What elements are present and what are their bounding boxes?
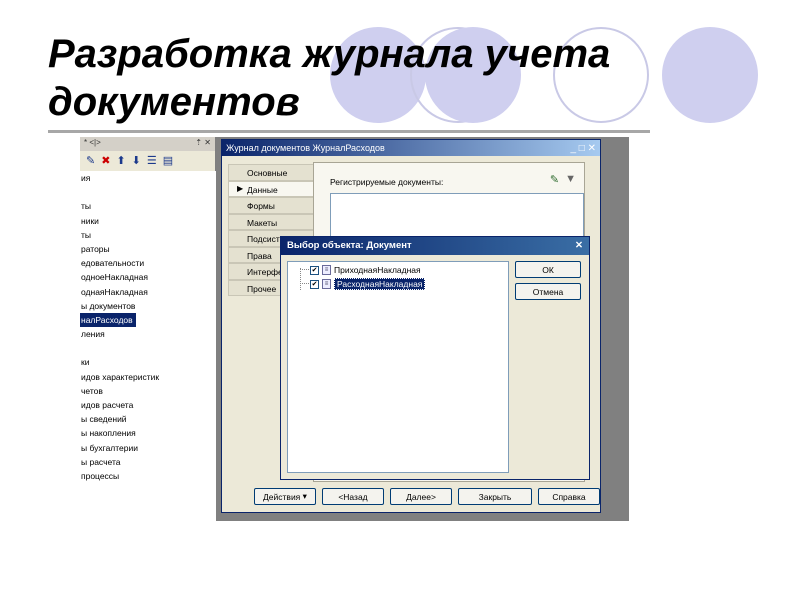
- filter-icon[interactable]: ▼: [565, 173, 576, 186]
- tree-header-label: * <|>: [84, 138, 101, 147]
- arrow-up-icon[interactable]: ⬆: [116, 154, 125, 167]
- item-label[interactable]: ПриходнаяНакладная: [334, 265, 421, 275]
- tree-list: ия ты ники ты раторы едовательности одно…: [80, 171, 216, 521]
- dialog-titlebar[interactable]: Выбор объекта: Документ ✕: [281, 237, 589, 255]
- tree-item[interactable]: ки: [80, 355, 216, 369]
- tree-item[interactable]: одноеНакладная: [80, 270, 216, 284]
- tab-label: Формы: [247, 201, 275, 211]
- tree-header-controls[interactable]: ⇡ ✕: [195, 138, 211, 150]
- actions-button[interactable]: Действия ▾: [254, 488, 316, 505]
- document-icon: ≡: [322, 279, 331, 289]
- tree-item[interactable]: ия: [80, 171, 216, 185]
- tree-item[interactable]: однаяНакладная: [80, 285, 216, 299]
- item-label-selected[interactable]: РасходнаяНакладная: [334, 278, 426, 290]
- actions-label: Действия: [263, 491, 301, 502]
- tree-item[interactable]: ты: [80, 199, 216, 213]
- bottom-button-bar: Действия ▾ <Назад Далее> Закрыть Справка: [254, 488, 600, 505]
- ok-button[interactable]: ОК: [515, 261, 581, 278]
- screenshot: * <|> ⇡ ✕ ✎ ✖ ⬆ ⬇ ☰ ▤ ия ты ники ты рато…: [80, 137, 629, 521]
- tab-forms[interactable]: Формы: [228, 197, 314, 214]
- caret-down-icon: ▾: [302, 491, 307, 501]
- tree-toolbar: ✎ ✖ ⬆ ⬇ ☰ ▤: [80, 151, 215, 169]
- tree-item[interactable]: идов расчета: [80, 398, 216, 412]
- tree-item[interactable]: ы накопления: [80, 426, 216, 440]
- edit-icon[interactable]: ✎: [86, 154, 95, 167]
- tree-row-selected: налРасходов: [80, 312, 216, 328]
- tree-item[interactable]: процессы: [80, 469, 216, 483]
- tab-main[interactable]: Основные: [228, 164, 314, 181]
- tree-item[interactable]: ы сведений: [80, 412, 216, 426]
- next-button[interactable]: Далее>: [390, 488, 452, 505]
- tab-label: Прочее: [247, 283, 277, 294]
- decor-circle-5: [662, 27, 758, 123]
- tab-label: Права: [247, 250, 272, 261]
- tree-header: * <|> ⇡ ✕: [80, 137, 215, 151]
- title-rule: [48, 130, 650, 133]
- checkbox-checked-icon[interactable]: ✔: [310, 265, 319, 275]
- tree-item[interactable]: раторы: [80, 242, 216, 256]
- tree-item[interactable]: четов: [80, 384, 216, 398]
- tab-templates[interactable]: Макеты: [228, 213, 314, 230]
- tab-label: Данные: [247, 184, 278, 195]
- window-titlebar[interactable]: Журнал документов ЖурналРасходов _ □ ✕: [222, 140, 600, 156]
- dialog-title: Выбор объекта: Документ: [287, 240, 412, 251]
- config-tree-panel: * <|> ⇡ ✕ ✎ ✖ ⬆ ⬇ ☰ ▤ ия ты ники ты рато…: [80, 137, 216, 521]
- dialog-list-item: ✔ ≡ ПриходнаяНакладная: [310, 264, 421, 276]
- tree-item[interactable]: ления: [80, 327, 216, 341]
- tree-item[interactable]: ы документов: [80, 299, 216, 313]
- tree-item-selected[interactable]: налРасходов: [80, 312, 136, 328]
- dialog-list-item: ✔ ≡ РасходнаяНакладная: [310, 278, 426, 290]
- tree-item[interactable]: ы расчета: [80, 455, 216, 469]
- tree-item[interactable]: [80, 185, 216, 199]
- window-title: Журнал документов ЖурналРасходов: [226, 143, 385, 153]
- select-object-dialog: Выбор объекта: Документ ✕ ✔ ≡ ПриходнаяН…: [280, 236, 590, 480]
- tree-connector: [300, 283, 309, 284]
- arrow-down-icon[interactable]: ⬇: [132, 154, 141, 167]
- tab-label: Основные: [247, 168, 288, 178]
- tab-label: Макеты: [247, 217, 278, 228]
- tree-item[interactable]: [80, 341, 216, 355]
- tab-data[interactable]: ▶ Данные: [228, 180, 314, 197]
- delete-icon[interactable]: ✖: [101, 154, 110, 167]
- close-button[interactable]: Закрыть: [458, 488, 532, 505]
- back-button[interactable]: <Назад: [322, 488, 384, 505]
- slide-title: Разработка журнала учета документов: [48, 32, 611, 124]
- close-icon[interactable]: ✕: [575, 240, 583, 252]
- list-icon[interactable]: ▤: [163, 154, 173, 167]
- window-controls[interactable]: _ □ ✕: [570, 143, 596, 154]
- sort-icon[interactable]: ☰: [147, 154, 157, 167]
- tree-item[interactable]: ники: [80, 214, 216, 228]
- triangle-right-icon: ▶: [237, 183, 244, 193]
- checkbox-checked-icon[interactable]: ✔: [310, 279, 319, 289]
- tree-item[interactable]: едовательности: [80, 256, 216, 270]
- registered-docs-label: Регистрируемые документы:: [330, 177, 444, 187]
- edit-list-icon[interactable]: ✎: [550, 173, 559, 186]
- tree-item[interactable]: идов характеристик: [80, 370, 216, 384]
- document-icon: ≡: [322, 265, 331, 275]
- tree-connector: [300, 269, 309, 270]
- tree-connector: [300, 268, 310, 290]
- tree-item[interactable]: ы бухгалтерии: [80, 441, 216, 455]
- cancel-button[interactable]: Отмена: [515, 283, 581, 300]
- help-button[interactable]: Справка: [538, 488, 600, 505]
- tree-item[interactable]: ты: [80, 228, 216, 242]
- registered-docs-toolbar: ✎ ▼: [550, 173, 576, 186]
- dialog-object-list: ✔ ≡ ПриходнаяНакладная ✔ ≡ РасходнаяНакл…: [287, 261, 509, 473]
